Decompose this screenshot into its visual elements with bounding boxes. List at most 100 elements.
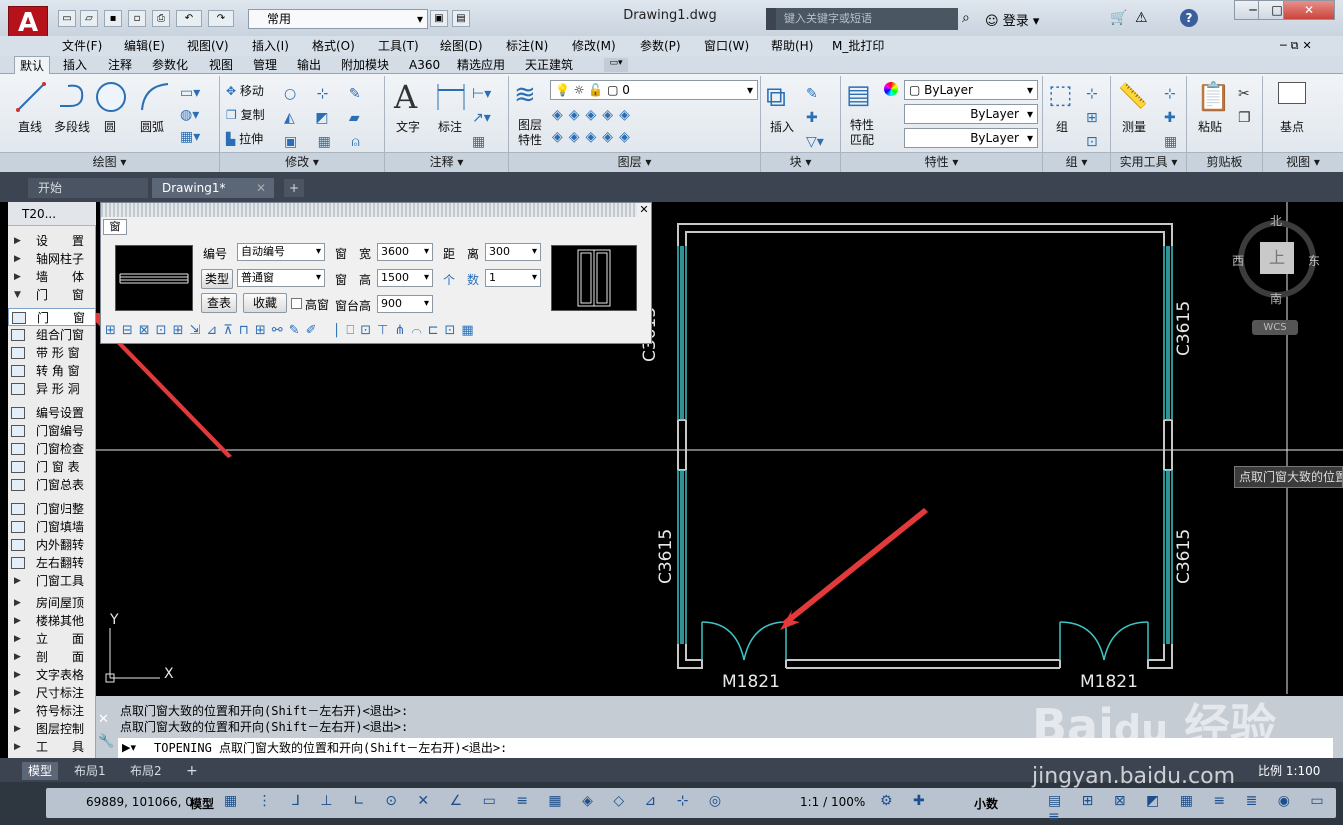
draw-extra-tools[interactable]: ▭▾ ◍▾ ▦▾ [180,82,216,146]
utility-tools[interactable]: ⊹ ✚ ▦ [1164,82,1177,154]
palette-fill-wall[interactable]: 门窗填墙 [8,518,96,536]
menu-format[interactable]: 格式(O) [312,36,355,56]
tab-parametric[interactable]: 参数化 [147,56,193,74]
menu-batch-plot[interactable]: M_批打印 [832,36,884,56]
color-select[interactable]: ▢ ByLayer ▾ [904,80,1038,100]
measure-icon[interactable]: 📏 [1118,82,1148,110]
palette-flip-in-out[interactable]: 内外翻转 [8,536,96,554]
palette-strip-window[interactable]: 带 形 窗 [8,344,96,362]
palette-flip-left-right[interactable]: 左右翻转 [8,554,96,572]
tab-a360[interactable]: A360 [404,56,445,74]
ribbon-toggle-icon[interactable]: ▭▾ [604,58,628,72]
group-icon[interactable]: ⬚ [1048,80,1073,110]
palette-door-window-summary[interactable]: 门窗总表 [8,476,96,494]
copy-button[interactable]: ❐ 复制 [226,106,265,123]
circle-icon[interactable] [94,80,128,114]
new-tab-icon[interactable]: + [284,179,304,197]
menu-modify[interactable]: 修改(M) [572,36,616,56]
drafting-toggles[interactable]: ▦ ⋮ ⅃ ⊥ ∟ ⊙ ✕ ∠ ▭ ≡ ▦ ◈ ◇ ⊿ ⊹ ◎ [224,793,729,809]
match-properties-icon[interactable]: ▤ [846,80,871,110]
annotation-scale[interactable]: 1:1 / 100% [800,795,865,809]
tab-insert[interactable]: 插入 [58,56,92,74]
mdi-minimize[interactable]: ─ [1280,39,1291,52]
menu-draw[interactable]: 绘图(D) [440,36,483,56]
tab-featured-apps[interactable]: 精选应用 [452,56,510,74]
type-button[interactable]: 类型 [201,269,233,289]
panel-layers[interactable]: 图层 ▾ [509,152,760,172]
palette-layer-control[interactable]: ▶ 图层控制 [8,720,96,738]
count-input[interactable]: 1 [485,269,541,287]
open-file-icon[interactable]: ▱ [80,10,98,27]
line-icon[interactable] [14,80,48,114]
menu-insert[interactable]: 插入(I) [252,36,289,56]
palette-header[interactable]: T20... [8,202,96,226]
basepoint-icon[interactable] [1278,82,1306,104]
tab-layout2[interactable]: 布局2 [124,762,168,780]
insert-mode-toolbar[interactable]: ⊞⊟⊠⊡⊞⇲⊿⊼⊓⊞⚯✎✐ │⎕⊡⊤⋔⌒⊏⊡▦ [105,323,645,341]
palette-corner-window[interactable]: 转 角 窗 [8,362,96,380]
tab-manage[interactable]: 管理 [248,56,282,74]
menu-edit[interactable]: 编辑(E) [124,36,165,56]
palette-text-table[interactable]: ▶ 文字表格 [8,666,96,684]
menu-help[interactable]: 帮助(H) [771,36,813,56]
menu-window[interactable]: 窗口(W) [704,36,749,56]
type-select[interactable]: 普通窗 [237,269,325,287]
palette-stairs-other[interactable]: ▶ 楼梯其他 [8,612,96,630]
wrench-icon[interactable]: 🔧 [98,734,114,749]
tab-model[interactable]: 模型 [22,762,59,780]
palette-symbol-annotation[interactable]: ▶ 符号标注 [8,702,96,720]
tab-layout1[interactable]: 布局1 [68,762,112,780]
autodesk-icon[interactable]: ⚠ [1135,10,1148,26]
stretch-button[interactable]: ▙ 拉伸 [226,130,263,147]
add-layout-icon[interactable]: + [180,762,204,780]
high-window-checkbox[interactable] [291,298,302,309]
compass-south[interactable]: 南 [1270,290,1282,307]
modify-extra-tools[interactable]: ○ ⊹ ✎ ◭ ◩ ▰ ▣ ▦ ⍝ [284,82,380,150]
command-prompt-icon[interactable]: ▶▾ [122,741,136,754]
sill-height-input[interactable]: 900 [377,295,433,313]
group-tools[interactable]: ⊹ ⊞ ⊡ [1086,82,1098,154]
lookup-button[interactable]: 查表 [201,293,237,313]
height-input[interactable]: 1500 [377,269,433,287]
insert-block-icon[interactable]: ⧉ [766,80,786,114]
close-icon[interactable]: ✕ [637,203,651,217]
palette-door-window-align[interactable]: 门窗归整 [8,500,96,518]
tab-default[interactable]: 默认 [14,56,51,74]
panel-clipboard[interactable]: 剪贴板 [1187,152,1262,172]
dimension-icon[interactable] [434,80,468,114]
layer-properties-icon[interactable]: ≋ [514,80,536,110]
lineweight-select[interactable]: ByLayer ▾ [904,128,1038,148]
search-input[interactable]: 键入关键字或短语 [776,8,958,30]
polyline-icon[interactable] [56,80,90,114]
mdi-window-controls[interactable]: ─⧉✕ [1280,36,1316,56]
saveas-icon[interactable]: ▫ [128,10,146,27]
help-icon[interactable]: ? [1180,9,1198,27]
move-button[interactable]: ✥ 移动 [226,82,264,99]
mdi-restore[interactable]: ⧉ [1291,39,1303,52]
save-icon[interactable]: ▪ [104,10,122,27]
mdi-close[interactable]: ✕ [1302,39,1315,52]
palette-walls[interactable]: ▶ 墙 体 [8,268,96,286]
palette-section[interactable]: ▶ 剖 面 [8,648,96,666]
tab-annotate[interactable]: 注释 [103,56,137,74]
wcs-menu[interactable]: WCS [1252,320,1298,335]
model-space-button[interactable]: 模型 [190,795,214,812]
panel-utilities[interactable]: 实用工具 ▾ [1111,152,1186,172]
new-file-icon[interactable]: ▭ [58,10,76,27]
arc-icon[interactable] [138,80,172,114]
linetype-select[interactable]: ByLayer ▾ [904,104,1038,124]
palette-dimension[interactable]: ▶ 尺寸标注 [8,684,96,702]
units-select[interactable]: 小数 [974,795,998,812]
layer-icon[interactable]: ▤ [452,10,470,27]
dialog-grip[interactable] [101,203,651,217]
save-favorite-button[interactable]: 收藏 [243,293,287,313]
undo-icon[interactable]: ↶ [176,10,202,27]
menu-file[interactable]: 文件(F) [62,36,102,56]
app-logo-button[interactable]: A [8,6,48,40]
viewcube-face[interactable]: 上 [1260,242,1294,274]
palette-room-roof[interactable]: ▶ 房间屋顶 [8,594,96,612]
close-icon[interactable]: ✕ [256,178,266,198]
distance-input[interactable]: 300 [485,243,541,261]
search-expander[interactable] [766,8,776,30]
layer-tools[interactable]: ◈◈◈◈◈ ◈◈◈◈◈ [552,104,636,148]
